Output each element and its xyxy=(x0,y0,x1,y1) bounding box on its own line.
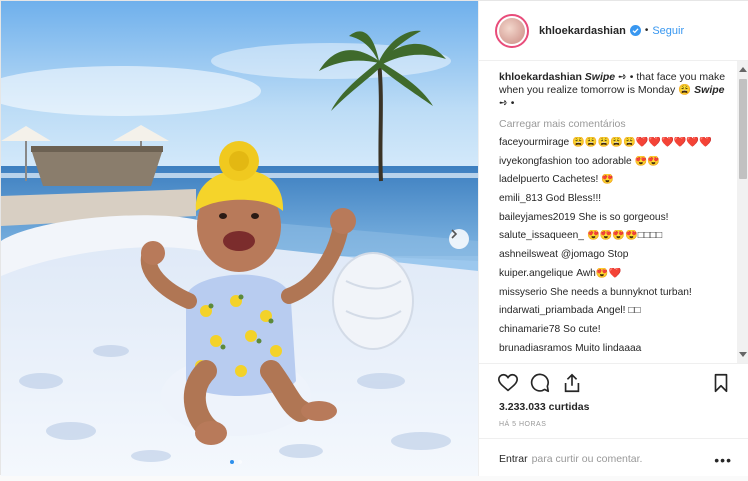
carousel-next-button[interactable] xyxy=(449,229,469,249)
comment-text: She is so gorgeous! xyxy=(578,211,669,223)
author-username[interactable]: khloekardashian xyxy=(539,25,626,37)
share-icon[interactable] xyxy=(561,372,583,394)
comments-scrollbar[interactable] xyxy=(737,61,748,363)
follow-button[interactable]: Seguir xyxy=(652,25,684,37)
scroll-down-arrow[interactable] xyxy=(739,352,747,357)
caption-username[interactable]: khloekardashian xyxy=(499,71,582,83)
more-options-button[interactable]: ••• xyxy=(714,452,732,468)
comment-item: ladelpuerto Cachetes! 😍 xyxy=(499,174,730,186)
add-comment-bar: Entrar para curtir ou comentar. xyxy=(479,438,748,478)
comment-text: 😩😩😩😩😩❤️❤️❤️❤️❤️❤️ xyxy=(572,137,712,148)
photo-illustration xyxy=(1,1,478,476)
scroll-up-arrow[interactable] xyxy=(739,67,747,72)
post-actions: 3.233.033 curtidas HÁ 5 HORAS Entrar par… xyxy=(479,363,748,481)
comment-item: ashneilsweat @jomago Stop xyxy=(499,249,730,261)
comment-username[interactable]: faceyourmirage xyxy=(499,137,569,148)
comment-item: salute_issaqueen_ 😍😍😍😍□□□□ xyxy=(499,230,730,242)
comment-username[interactable]: missyserio xyxy=(499,287,547,298)
comment-username[interactable]: brunadiasramos xyxy=(499,343,572,354)
comment-item: emili_813 God Bless!!! xyxy=(499,193,730,205)
comment-username[interactable]: baileyjames2019 xyxy=(499,212,575,223)
comment-item: indarwati_priambada Angel! □□ xyxy=(499,305,730,317)
comment-text: @jomago Stop xyxy=(560,249,629,261)
comment-username[interactable]: emili_813 xyxy=(499,193,543,204)
login-link[interactable]: Entrar xyxy=(499,453,528,465)
comment-text: 😍😍😍😍□□□□ xyxy=(586,230,663,242)
comment-text: too adorable 😍😍 xyxy=(575,155,660,167)
caption-emph-2: Swipe xyxy=(694,84,725,96)
comment-text: She needs a bunnyknot turban! xyxy=(550,286,692,298)
post-side-panel: khloekardashian • Seguir khloekardashian… xyxy=(478,1,748,476)
comment-item: faceyourmirage 😩😩😩😩😩❤️❤️❤️❤️❤️❤️ xyxy=(499,137,730,149)
chevron-right-icon xyxy=(451,229,458,239)
avatar[interactable] xyxy=(495,13,529,48)
post-caption: khloekardashian Swipe ➺ • that face you … xyxy=(499,71,730,110)
verified-badge-icon xyxy=(629,25,641,36)
heart-icon[interactable] xyxy=(497,372,519,394)
carousel-dot-active xyxy=(230,460,234,464)
post-header: khloekardashian • Seguir xyxy=(479,1,748,61)
comments-list: khloekardashian Swipe ➺ • that face you … xyxy=(479,61,748,363)
comment-username[interactable]: kuiper.angelique xyxy=(499,268,573,279)
carousel-dot xyxy=(238,460,242,464)
comment-username[interactable]: chinamarie78 xyxy=(499,324,560,335)
scroll-thumb[interactable] xyxy=(739,79,747,179)
caption-emph-1: Swipe xyxy=(584,71,616,83)
comment-text: Awh😍❤️ xyxy=(576,267,622,279)
comment-icon[interactable] xyxy=(529,372,551,394)
comment-item: kuiper.angelique Awh😍❤️ xyxy=(499,268,730,280)
load-more-comments[interactable]: Carregar mais comentários xyxy=(499,118,730,130)
header-separator: • xyxy=(644,25,649,36)
comment-username[interactable]: ashneilsweat xyxy=(499,249,558,260)
comment-username[interactable]: salute_issaqueen_ xyxy=(499,230,584,241)
comment-text: Cachetes! 😍 xyxy=(552,174,614,186)
comment-item: ivyekongfashion too adorable 😍😍 xyxy=(499,156,730,168)
comment-item: baileyjames2019 She is so gorgeous! xyxy=(499,212,730,224)
comment-username[interactable]: indarwati_priambada xyxy=(499,305,594,316)
comment-username[interactable]: ivyekongfashion xyxy=(499,156,572,167)
comment-item: brunadiasramos Muito lindaaaa xyxy=(499,343,730,355)
comment-text: God Bless!!! xyxy=(545,193,602,205)
bookmark-icon[interactable] xyxy=(710,372,732,394)
instagram-post: khloekardashian • Seguir khloekardashian… xyxy=(0,0,748,476)
post-timestamp[interactable]: HÁ 5 HORAS xyxy=(499,421,546,428)
carousel-indicator xyxy=(230,460,242,464)
comment-item: missyserio She needs a bunnyknot turban! xyxy=(499,287,730,299)
comment-text: Muito lindaaaa xyxy=(575,342,642,354)
post-photo[interactable] xyxy=(1,1,478,476)
comment-text: Angel! □□ xyxy=(596,305,641,317)
comment-item: chinamarie78 So cute! xyxy=(499,324,730,336)
action-icons xyxy=(497,372,583,394)
add-comment-placeholder: para curtir ou comentar. xyxy=(531,452,643,465)
caption-end: ➺ • xyxy=(499,97,515,109)
comment-text: So cute! xyxy=(563,323,601,335)
comment-username[interactable]: ladelpuerto xyxy=(499,174,549,185)
likes-count[interactable]: 3.233.033 curtidas xyxy=(499,401,589,413)
